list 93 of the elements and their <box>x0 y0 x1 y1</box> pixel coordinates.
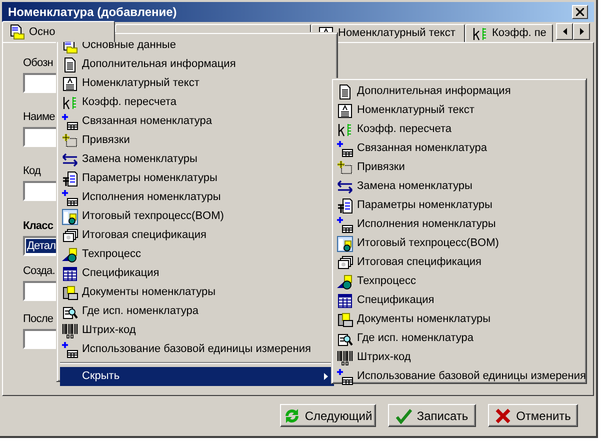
menu-item[interactable]: Итоговый техпроцесс(BOM) <box>60 207 334 226</box>
input-field[interactable] <box>23 181 59 201</box>
stacked-windows-icon <box>337 254 353 270</box>
stacked-windows-icon <box>62 228 78 244</box>
dialog-button[interactable]: Отменить <box>488 404 578 427</box>
tab[interactable]: Номенклатурный текст <box>311 24 465 42</box>
folder-documents-icon <box>337 312 353 328</box>
menu-item[interactable]: Техпроцесс <box>335 272 583 291</box>
table-icon <box>62 266 78 282</box>
k-scale-icon <box>472 26 488 42</box>
menu-item[interactable]: Где исп. номенклатура <box>335 329 583 348</box>
input-field[interactable] <box>23 281 59 301</box>
menu-item[interactable]: Документы номенклатуры <box>335 310 583 329</box>
close-icon <box>576 8 584 16</box>
menu-item[interactable]: Привязки <box>60 131 334 150</box>
input-field[interactable] <box>23 73 59 93</box>
barcode-icon <box>62 322 78 338</box>
field-label: Созда. <box>23 265 55 278</box>
plus-table-icon <box>62 114 78 130</box>
folder-documents-icon <box>62 284 78 300</box>
menu-item[interactable]: Использование базовой единицы измерения <box>60 340 334 359</box>
menu-item[interactable]: Связанная номенклатура <box>335 139 583 158</box>
k-scale-icon <box>337 122 353 138</box>
tab[interactable]: Осно <box>2 21 115 42</box>
menu-item[interactable]: Итоговый техпроцесс(BOM) <box>335 234 583 253</box>
menu-item[interactable]: Итоговая спецификация <box>335 253 583 272</box>
plus-table-icon <box>337 368 353 384</box>
field-label: Класс <box>23 220 54 233</box>
menu-item[interactable]: Техпроцесс <box>60 245 334 264</box>
menu-item[interactable]: Дополнительная информация <box>60 55 334 74</box>
menu-item[interactable]: Номенклатурный текст <box>60 74 334 93</box>
menu-item[interactable]: Скрыть <box>60 367 334 386</box>
field-label: Наиме <box>23 111 55 124</box>
plus-table-icon <box>337 216 353 232</box>
left-arrow-icon <box>562 28 566 35</box>
check-icon <box>396 408 412 424</box>
document-folder-icon <box>9 24 25 40</box>
input-field[interactable] <box>23 127 59 147</box>
menu-item[interactable]: Номенклатурный текст <box>335 101 583 120</box>
window-title: Номенклатура (добавление) <box>8 4 178 21</box>
circular-arrows-icon <box>284 408 300 424</box>
text-page-icon <box>337 102 353 118</box>
menu-item[interactable]: Связанная номенклатура <box>60 112 334 131</box>
menu-item[interactable]: Коэфф. пересчета <box>335 120 583 139</box>
k-scale-icon <box>62 94 78 110</box>
menu-item[interactable]: Исполнения номенклатуры <box>60 188 334 207</box>
tab[interactable]: Коэфф. пе <box>465 24 553 42</box>
menu-item[interactable]: Использование базовой единицы измерения <box>335 367 583 386</box>
field-label: Обозн <box>23 57 53 70</box>
scroll-right-button[interactable] <box>573 23 590 40</box>
dialog-button[interactable]: Записать <box>388 404 476 427</box>
menu-item[interactable]: Коэфф. пересчета <box>60 93 334 112</box>
menu-item[interactable]: Привязки <box>335 158 583 177</box>
document-icon <box>337 84 353 100</box>
right-arrow-icon <box>580 28 584 35</box>
menu-item[interactable]: Параметры номенклатуры <box>335 196 583 215</box>
shapes-icon <box>62 246 78 262</box>
table-icon <box>337 292 353 308</box>
input-field[interactable] <box>23 329 59 349</box>
field-label: После <box>23 313 54 326</box>
menu-item[interactable]: Замена номенклатуры <box>60 150 334 169</box>
window-chart-icon <box>337 236 353 252</box>
field-label: Код <box>23 165 41 178</box>
scroll-left-button[interactable] <box>556 23 573 40</box>
document-table-icon <box>337 198 353 214</box>
close-button[interactable] <box>572 5 588 19</box>
menu-item[interactable]: Где исп. номенклатура <box>60 302 334 321</box>
menu-item[interactable]: Исполнения номенклатуры <box>335 215 583 234</box>
arrows-icon <box>337 178 353 194</box>
menu-item[interactable]: Дополнительная информация <box>335 82 583 101</box>
menu-item[interactable]: Спецификация <box>335 291 583 310</box>
plus-dotted-box-icon <box>62 132 78 148</box>
menu-item[interactable]: Параметры номенклатуры <box>60 169 334 188</box>
window-chart-icon <box>62 208 78 224</box>
menu-item[interactable]: Штрих-код <box>60 321 334 340</box>
shapes-icon <box>337 274 353 290</box>
menu-item[interactable]: Документы номенклатуры <box>60 283 334 302</box>
plus-table-icon <box>337 140 353 156</box>
menu-item[interactable]: Замена номенклатуры <box>335 177 583 196</box>
dropdown[interactable]: Детал <box>23 236 59 256</box>
arrows-icon <box>62 152 78 168</box>
menu-item[interactable]: Спецификация <box>60 264 334 283</box>
document-icon <box>62 56 78 72</box>
cross-icon <box>495 408 512 424</box>
plus-table-icon <box>62 342 78 358</box>
plus-table-icon <box>62 190 78 206</box>
document-table-icon <box>62 170 78 186</box>
menu-item[interactable]: Итоговая спецификация <box>60 226 334 245</box>
text-page-icon <box>62 76 78 92</box>
barcode-icon <box>337 350 353 366</box>
menu-item[interactable]: Штрих-код <box>335 348 583 367</box>
plus-dotted-box-icon <box>337 160 353 176</box>
dialog-button[interactable]: Следующий <box>280 404 376 427</box>
